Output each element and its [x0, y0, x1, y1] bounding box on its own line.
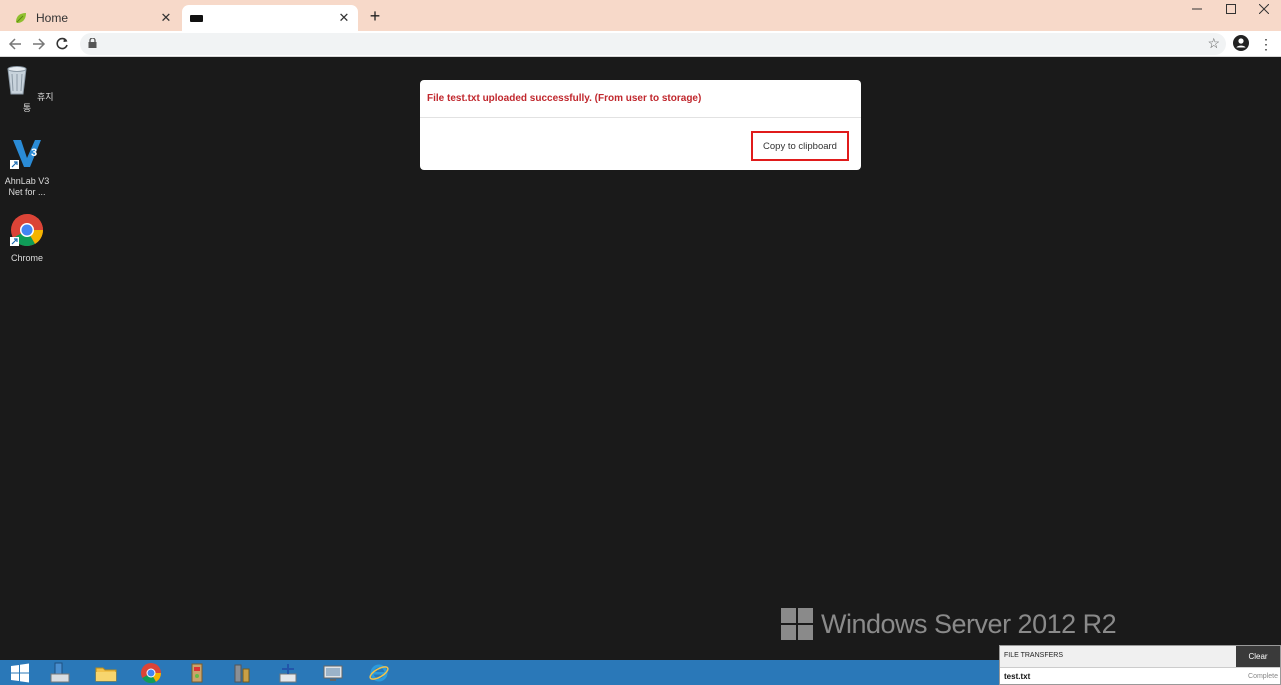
- lock-icon: [88, 38, 97, 48]
- start-icon: [11, 663, 29, 683]
- tab-title: Home: [36, 11, 69, 25]
- taskbar-remote-desktop[interactable]: [313, 661, 353, 685]
- new-tab-button[interactable]: +: [366, 7, 384, 25]
- tab-home[interactable]: Home ✕: [6, 5, 180, 31]
- taskbar-server-manager[interactable]: [40, 661, 80, 685]
- close-icon[interactable]: ✕: [336, 10, 352, 26]
- minimize-icon: [1192, 8, 1202, 10]
- divider: [420, 117, 861, 118]
- file-transfer-row[interactable]: test.txt Complete: [1000, 668, 1280, 684]
- network-icon: [279, 664, 297, 683]
- taskbar-network[interactable]: [268, 661, 308, 685]
- desktop-icon-chrome[interactable]: Chrome: [0, 213, 54, 264]
- file-explorer-icon: [95, 667, 117, 682]
- upload-message: File test.txt uploaded successfully. (Fr…: [427, 93, 702, 104]
- start-button[interactable]: [0, 661, 40, 685]
- chrome-icon: [10, 214, 44, 247]
- copy-to-clipboard-button[interactable]: Copy to clipboard: [751, 131, 849, 161]
- leaf-icon: [16, 13, 26, 23]
- star-icon[interactable]: ☆: [1207, 35, 1220, 52]
- maximize-icon: [1226, 4, 1236, 14]
- profile-avatar-icon[interactable]: [1233, 35, 1249, 51]
- app-icon: [191, 663, 203, 683]
- reload-icon: [56, 37, 68, 50]
- chrome-icon: [141, 663, 162, 684]
- ahnlab-v3-icon: 3: [10, 140, 41, 169]
- taskbar-file-explorer[interactable]: [86, 661, 126, 685]
- recycle-bin-icon: [7, 66, 28, 95]
- taskbar-internet-explorer[interactable]: [359, 661, 399, 685]
- svg-text:3: 3: [31, 147, 37, 159]
- remote-desktop-icon: [323, 665, 343, 681]
- upload-notification-dialog: File test.txt uploaded successfully. (Fr…: [420, 80, 861, 170]
- taskbar-tools[interactable]: [222, 661, 262, 685]
- terminal-icon: [190, 14, 203, 22]
- browser-toolbar: ☆ ⋮: [0, 31, 1281, 57]
- tab-active[interactable]: ✕: [182, 5, 358, 31]
- transfer-status: Complete: [1248, 673, 1278, 680]
- taskbar-app[interactable]: [177, 661, 217, 685]
- desktop-icon-label: Chrome: [10, 253, 43, 263]
- minimize-button[interactable]: [1179, 0, 1215, 18]
- file-transfers-header: FILE TRANSFERS Clear: [1000, 646, 1280, 668]
- arrow-left-icon: [8, 38, 21, 50]
- reload-button[interactable]: [52, 34, 72, 54]
- windows-logo-icon: [781, 608, 813, 640]
- file-transfers-title: FILE TRANSFERS: [1004, 652, 1063, 659]
- arrow-right-icon: [33, 38, 46, 50]
- file-transfers-panel: FILE TRANSFERS Clear test.txt Complete: [999, 645, 1281, 685]
- close-window-button[interactable]: [1246, 0, 1281, 18]
- desktop-icon-recycle-bin[interactable]: 휴지통: [0, 63, 54, 114]
- os-watermark: Windows Server 2012 R2: [781, 608, 1117, 640]
- close-icon[interactable]: ✕: [158, 10, 174, 26]
- menu-icon[interactable]: ⋮: [1258, 35, 1274, 53]
- forward-button[interactable]: [29, 34, 49, 54]
- internet-explorer-icon: [369, 664, 389, 682]
- maximize-button[interactable]: [1213, 0, 1249, 18]
- server-manager-icon: [50, 662, 70, 683]
- back-button[interactable]: [5, 34, 25, 54]
- desktop-icon-ahnlab[interactable]: 3 AhnLab V3 Net for ...: [0, 136, 54, 198]
- browser-tabstrip: Home ✕ ✕ +: [0, 0, 1281, 31]
- close-icon: [1259, 4, 1269, 14]
- desktop-icon-label: AhnLab V3 Net for ...: [4, 176, 50, 197]
- file-name: test.txt: [1004, 672, 1031, 681]
- clear-button[interactable]: Clear: [1236, 646, 1280, 667]
- watermark-text: Windows Server 2012 R2: [821, 608, 1117, 639]
- tools-icon: [234, 664, 250, 683]
- address-bar[interactable]: ☆: [80, 33, 1226, 55]
- taskbar-chrome[interactable]: [131, 661, 171, 685]
